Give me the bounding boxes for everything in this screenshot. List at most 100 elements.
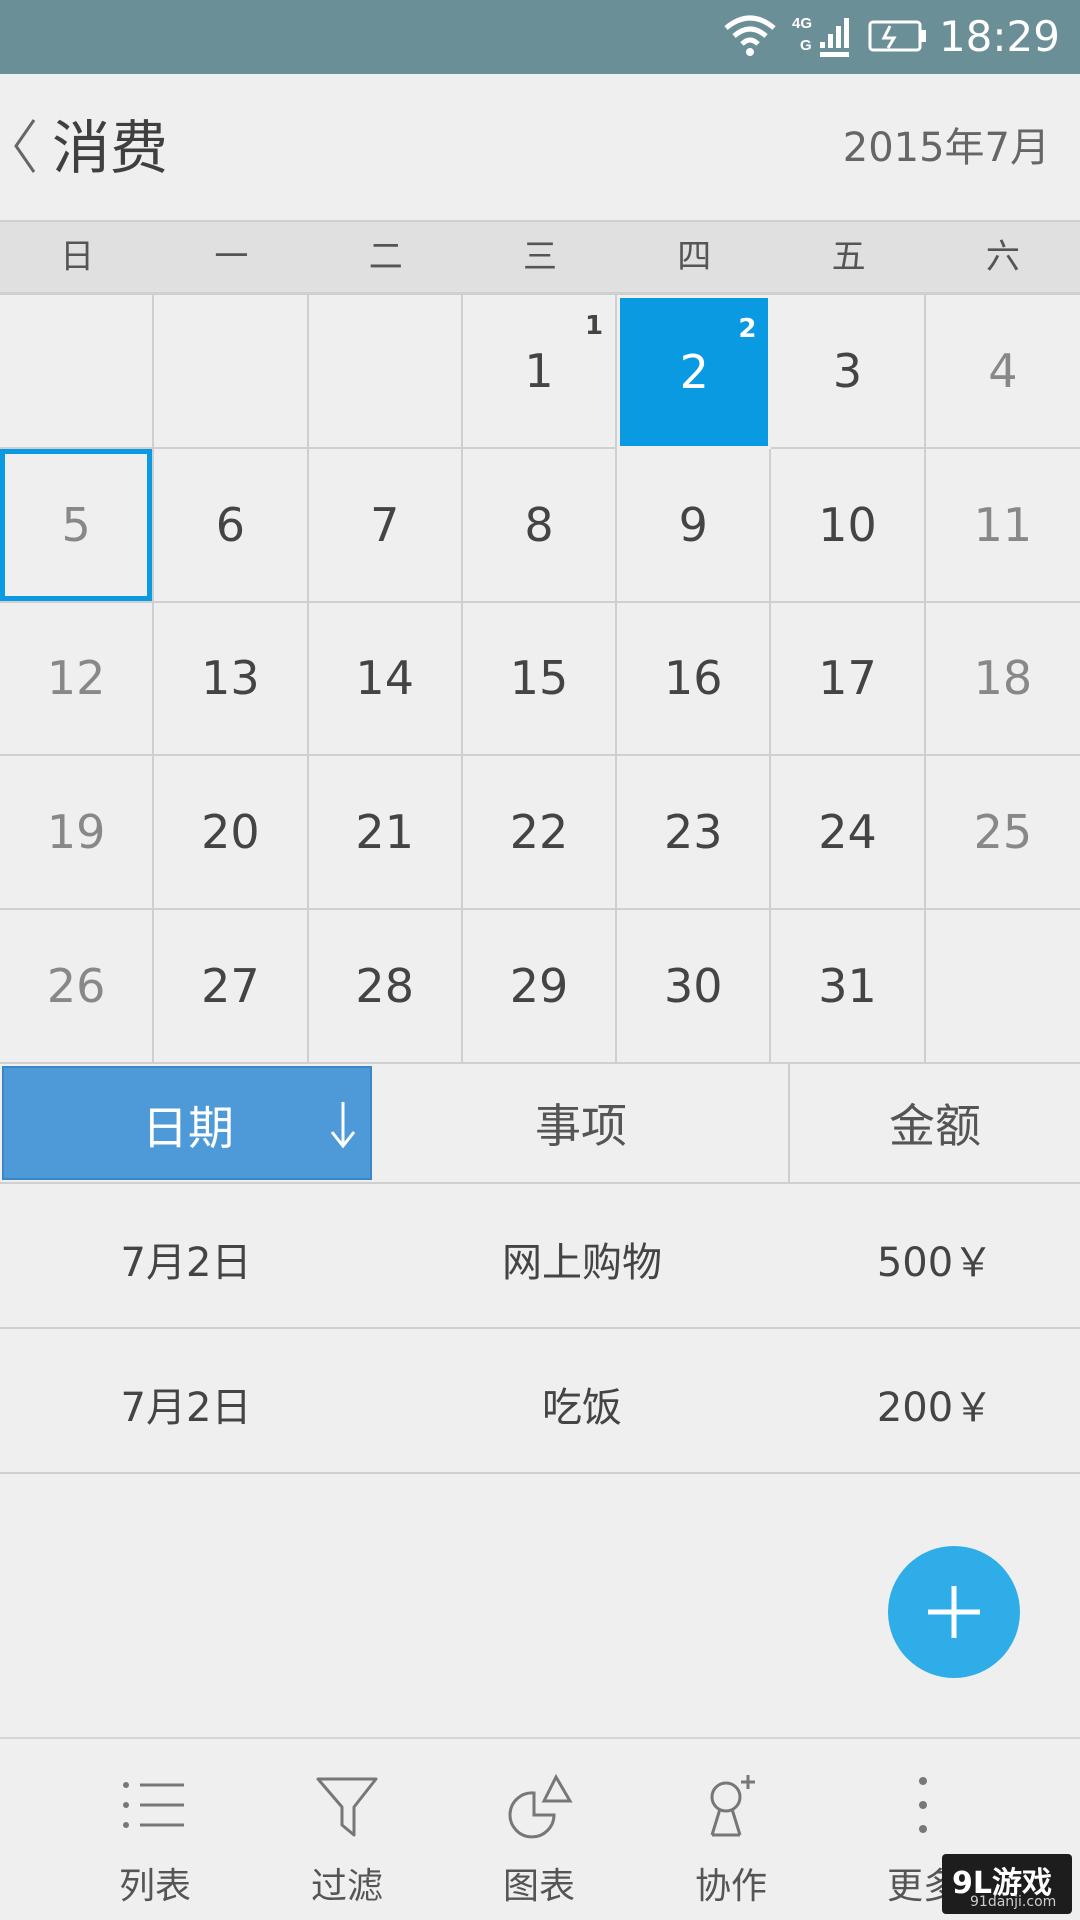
day-number: 20 <box>201 805 260 860</box>
calendar-day[interactable]: 13 <box>154 602 309 757</box>
month-selector[interactable]: 2015年7月 <box>843 122 1050 174</box>
column-amount-label: 金额 <box>889 1099 981 1153</box>
more-icon <box>919 1777 927 1833</box>
calendar-day[interactable]: 25 <box>925 756 1080 911</box>
plus-icon <box>928 1586 980 1638</box>
day-number: 11 <box>973 497 1033 552</box>
calendar-day[interactable]: 5 <box>0 448 155 603</box>
wifi-icon <box>724 15 776 56</box>
day-number: 17 <box>818 651 877 706</box>
weekday-label: 三 <box>522 237 557 277</box>
collaborate-icon <box>710 1775 755 1837</box>
day-number: 26 <box>46 959 106 1014</box>
record-date: 7月2日 <box>120 1240 252 1286</box>
nav-filter-button[interactable]: 过滤 <box>252 1739 442 1919</box>
day-number: 8 <box>524 497 554 552</box>
calendar-day[interactable]: 29 <box>462 910 618 1064</box>
calendar-day[interactable]: 8 <box>462 448 618 603</box>
sort-by-item-button[interactable]: 事项 <box>374 1064 790 1182</box>
calendar-day[interactable]: 7 <box>308 448 463 603</box>
calendar-day[interactable]: 18 <box>925 602 1080 757</box>
day-number: 30 <box>664 959 723 1014</box>
day-number: 5 <box>61 497 91 552</box>
day-number: 27 <box>201 959 260 1014</box>
nav-label: 图表 <box>502 1866 575 1907</box>
bottom-toolbar: 列表 过滤 图表 协作 更多 9L游戏 91danji.com <box>0 1737 1080 1920</box>
calendar-day[interactable]: 4 <box>925 295 1080 449</box>
column-date-label: 日期 <box>142 1101 234 1155</box>
calendar-day[interactable]: 19 <box>0 756 155 911</box>
calendar-empty-cell <box>154 295 309 449</box>
calendar-day[interactable]: 12 <box>0 602 155 757</box>
calendar-grid: 1 1 2 2 3 4 5 6 7 8 9 10 11 12 13 14 15 16 17 18 19 20 21 22 23 2… <box>0 294 1080 1064</box>
nav-collaborate-button[interactable]: 协作 <box>636 1739 826 1919</box>
nav-chart-button[interactable]: 图表 <box>444 1739 634 1919</box>
calendar-day[interactable]: 11 <box>462 295 618 449</box>
records-table-header: 日期 事项 金额 <box>0 1064 1080 1184</box>
sort-by-amount-button[interactable]: 金额 <box>790 1064 1080 1182</box>
day-number: 24 <box>818 805 877 860</box>
day-number: 29 <box>509 959 569 1014</box>
day-record-count: 2 <box>738 314 757 344</box>
day-number: 2 <box>679 344 709 399</box>
day-number: 12 <box>46 651 106 706</box>
arrow-down-icon <box>330 1102 356 1149</box>
calendar-day[interactable]: 31 <box>771 910 926 1064</box>
day-number: 18 <box>973 651 1033 706</box>
sort-by-date-button[interactable]: 日期 <box>2 1066 372 1180</box>
calendar-day[interactable]: 17 <box>771 602 926 757</box>
add-record-button[interactable] <box>888 1546 1020 1678</box>
back-chevron-icon[interactable] <box>10 116 38 176</box>
calendar-day[interactable]: 21 <box>308 756 463 911</box>
status-time: 18:29 <box>938 12 1060 61</box>
day-number: 19 <box>46 805 106 860</box>
battery-icon <box>868 20 926 52</box>
record-item: 网上购物 <box>502 1240 662 1286</box>
day-number: 21 <box>355 805 414 860</box>
day-number: 6 <box>215 497 246 552</box>
weekday-label: 日 <box>60 237 95 277</box>
calendar-day[interactable]: 28 <box>308 910 463 1064</box>
weekday-label: 一 <box>214 237 249 277</box>
day-number: 9 <box>678 497 708 552</box>
day-number: 15 <box>509 651 569 706</box>
calendar-day[interactable]: 22 <box>617 295 772 449</box>
nav-list-button[interactable]: 列表 <box>60 1739 250 1919</box>
table-row[interactable]: 7月2日 吃饭 200￥ <box>0 1329 1080 1474</box>
calendar-day[interactable]: 23 <box>617 756 772 911</box>
weekday-label: 六 <box>985 237 1020 277</box>
calendar-day[interactable]: 24 <box>771 756 926 911</box>
day-number: 22 <box>509 805 569 860</box>
calendar-day[interactable]: 27 <box>154 910 309 1064</box>
calendar-day[interactable]: 30 <box>617 910 772 1064</box>
calendar-day[interactable]: 16 <box>617 602 772 757</box>
calendar-day[interactable]: 26 <box>0 910 155 1064</box>
record-item: 吃饭 <box>542 1385 622 1431</box>
calendar-day[interactable]: 11 <box>925 448 1080 603</box>
calendar-day[interactable]: 9 <box>617 448 772 603</box>
day-number: 23 <box>664 805 723 860</box>
day-number: 10 <box>818 497 877 552</box>
day-number: 16 <box>664 651 723 706</box>
day-number: 3 <box>832 343 863 398</box>
calendar-day[interactable]: 6 <box>154 448 309 603</box>
day-number: 1 <box>524 343 554 398</box>
calendar-day[interactable]: 3 <box>771 295 926 449</box>
calendar-day[interactable]: 22 <box>462 756 618 911</box>
calendar-day[interactable]: 10 <box>771 448 926 603</box>
calendar-day[interactable]: 14 <box>308 602 463 757</box>
signal-icon: 4G G <box>792 15 849 57</box>
watermark-logo: 9L游戏 91danji.com <box>942 1854 1072 1914</box>
weekday-label: 二 <box>368 237 403 277</box>
calendar-day[interactable]: 20 <box>154 756 309 911</box>
day-record-count: 1 <box>585 311 604 341</box>
calendar-day[interactable]: 15 <box>462 602 618 757</box>
column-item-label: 事项 <box>535 1099 627 1153</box>
record-amount: 200￥ <box>876 1385 994 1431</box>
app-header: 消费 2015年7月 <box>0 74 1080 220</box>
calendar-empty-cell <box>0 295 155 449</box>
record-date: 7月2日 <box>120 1385 252 1431</box>
day-number: 25 <box>973 805 1033 860</box>
table-row[interactable]: 7月2日 网上购物 500￥ <box>0 1184 1080 1329</box>
record-amount: 500￥ <box>876 1240 994 1286</box>
